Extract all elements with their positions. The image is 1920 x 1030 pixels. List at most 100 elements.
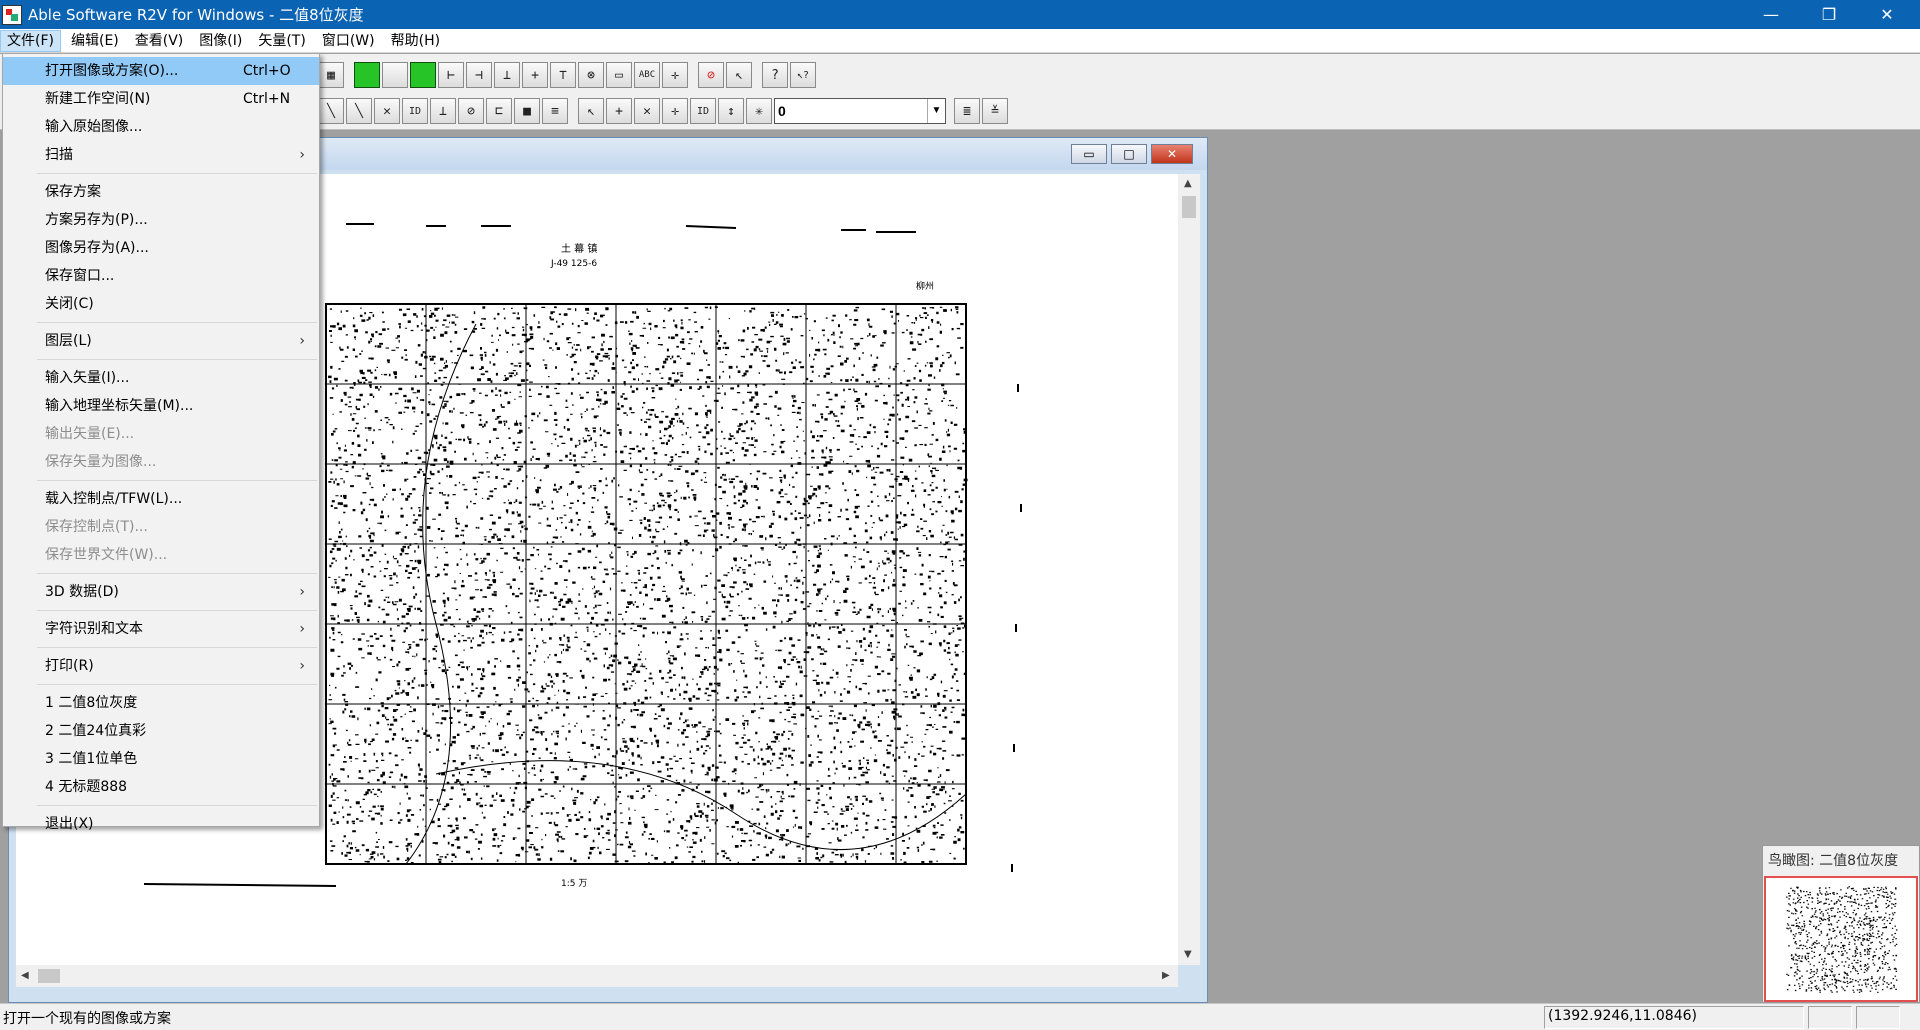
chevron-right-icon: ›: [299, 147, 305, 163]
minimize-button[interactable]: —: [1742, 0, 1800, 29]
menu-load-control-points[interactable]: 载入控制点/TFW(L)...: [3, 485, 319, 513]
menu-save-image-as[interactable]: 图像另存为(A)...: [3, 234, 319, 262]
node-right-icon[interactable]: ⊣: [466, 62, 492, 88]
add-node-icon[interactable]: +: [522, 62, 548, 88]
menu-save-project-as[interactable]: 方案另存为(P)...: [3, 206, 319, 234]
stack-icon[interactable]: ≡: [542, 98, 568, 124]
map-subtitle: J-49 125-6: [550, 259, 597, 269]
help-icon[interactable]: ?: [762, 62, 788, 88]
line-tool-icon[interactable]: ╲: [318, 98, 344, 124]
delete-node-icon[interactable]: ⊗: [578, 62, 604, 88]
app-icon[interactable]: [2, 4, 22, 25]
horizontal-scroll-thumb[interactable]: [38, 969, 60, 983]
id-icon[interactable]: ID: [402, 98, 428, 124]
child-minimize-button[interactable]: ▭: [1071, 144, 1107, 164]
menu-import-raw-image[interactable]: 输入原始图像...: [3, 113, 319, 141]
menu-import-vector[interactable]: 输入矢量(I)...: [3, 364, 319, 392]
text-abc-icon[interactable]: ABC: [634, 62, 660, 88]
menu-exit[interactable]: 退出(X): [3, 810, 319, 838]
horizontal-scrollbar[interactable]: ◀ ▶: [16, 965, 1178, 987]
cursor-coordinates: (1392.9246,11.0846): [1548, 1008, 1697, 1024]
chevron-down-icon[interactable]: ▼: [927, 99, 945, 123]
node-join-icon[interactable]: ⊥: [494, 62, 520, 88]
window-title: Able Software R2V for Windows - 二值8位灰度: [28, 6, 364, 24]
menu-layers-label: 图层(L): [45, 333, 92, 349]
map-icon[interactable]: [354, 62, 380, 88]
scroll-right-icon[interactable]: ▶: [1162, 970, 1170, 981]
layer-select[interactable]: 0 ▼: [774, 98, 946, 124]
menu-new-workspace[interactable]: 新建工作空间(N) Ctrl+N: [3, 85, 319, 113]
menu-recent-file-1[interactable]: 1 二值8位灰度: [3, 689, 319, 717]
fill-block-icon[interactable]: ■: [514, 98, 540, 124]
point-level-icon[interactable]: ↕: [718, 98, 744, 124]
menu-separator: [37, 173, 317, 174]
chevron-right-icon: ›: [299, 584, 305, 600]
menu-edit[interactable]: 编辑(E): [65, 30, 125, 52]
birdseye-view[interactable]: [1764, 876, 1918, 1002]
menu-recent-file-4[interactable]: 4 无标题888: [3, 773, 319, 801]
menu-help[interactable]: 帮助(H): [385, 30, 446, 52]
select-area-icon[interactable]: [382, 62, 408, 88]
delete-point-icon[interactable]: ✕: [634, 98, 660, 124]
scroll-up-icon[interactable]: ▲: [1184, 178, 1192, 189]
id-level-icon[interactable]: ⊥: [430, 98, 456, 124]
layer-list-icon[interactable]: ≣: [954, 98, 980, 124]
menu-window[interactable]: 窗口(W): [316, 30, 381, 52]
birdseye-panel[interactable]: 鸟瞰图: 二值8位灰度: [1762, 845, 1920, 1003]
layer-select-value: 0: [778, 103, 786, 119]
menu-file[interactable]: 文件(F): [0, 29, 61, 52]
scroll-left-icon[interactable]: ◀: [21, 970, 29, 981]
toolbar-button[interactable]: ▦: [318, 62, 344, 88]
add-point-icon[interactable]: +: [606, 98, 632, 124]
polygon-icon[interactable]: ⊏: [486, 98, 512, 124]
child-close-button[interactable]: ✕: [1151, 144, 1193, 164]
menu-image[interactable]: 图像(I): [193, 30, 248, 52]
birdseye-texture: [1786, 886, 1898, 993]
menu-close[interactable]: 关闭(C): [3, 290, 319, 318]
menu-3d-data[interactable]: 3D 数据(D) ›: [3, 578, 319, 606]
vertical-scrollbar[interactable]: ▲ ▼: [1178, 174, 1200, 965]
crosshair-icon[interactable]: ✛: [662, 62, 688, 88]
menu-print[interactable]: 打印(R) ›: [3, 652, 319, 680]
frame-icon[interactable]: ▭: [606, 62, 632, 88]
context-help-icon[interactable]: ↖?: [790, 62, 816, 88]
pointer-icon[interactable]: ↖: [726, 62, 752, 88]
menu-save-project[interactable]: 保存方案: [3, 178, 319, 206]
scroll-down-icon[interactable]: ▼: [1184, 949, 1192, 960]
point-id-icon[interactable]: ID: [690, 98, 716, 124]
cut-line-icon[interactable]: ✕: [374, 98, 400, 124]
menu-scan[interactable]: 扫描 ›: [3, 141, 319, 169]
layer-properties-icon[interactable]: ≚: [982, 98, 1008, 124]
menu-ocr-text[interactable]: 字符识别和文本 ›: [3, 615, 319, 643]
select-pointer-icon[interactable]: ↖: [578, 98, 604, 124]
menu-open-image[interactable]: 打开图像或方案(O)... Ctrl+O: [3, 57, 319, 85]
node-left-icon[interactable]: ⊢: [438, 62, 464, 88]
menu-import-geo-vector[interactable]: 输入地理坐标矢量(M)...: [3, 392, 319, 420]
move-point-icon[interactable]: ✛: [662, 98, 688, 124]
menu-separator: [37, 805, 317, 806]
node-top-icon[interactable]: ⊤: [550, 62, 576, 88]
line-tool-2-icon[interactable]: ╲: [346, 98, 372, 124]
menu-vector[interactable]: 矢量(T): [252, 30, 311, 52]
chevron-right-icon: ›: [299, 333, 305, 349]
menu-print-label: 打印(R): [45, 658, 94, 674]
menu-separator: [37, 322, 317, 323]
close-button[interactable]: ✕: [1858, 0, 1916, 29]
sparkle-icon[interactable]: ✳: [746, 98, 772, 124]
menu-recent-file-3[interactable]: 3 二值1位单色: [3, 745, 319, 773]
menu-layers[interactable]: 图层(L) ›: [3, 327, 319, 355]
contour-icon[interactable]: ⊘: [458, 98, 484, 124]
menu-recent-file-2[interactable]: 2 二值24位真彩: [3, 717, 319, 745]
vertical-scroll-thumb[interactable]: [1182, 196, 1196, 218]
menu-separator: [37, 610, 317, 611]
status-bar: 打开一个现有的图像或方案 (1392.9246,11.0846): [0, 1003, 1920, 1030]
child-maximize-button[interactable]: □: [1111, 144, 1147, 164]
menu-save-world-file: 保存世界文件(W)...: [45, 547, 168, 563]
birdseye-title: 鸟瞰图: 二值8位灰度: [1768, 853, 1899, 869]
menu-save-window[interactable]: 保存窗口...: [3, 262, 319, 290]
fill-icon[interactable]: [410, 62, 436, 88]
no-select-icon[interactable]: ⊘: [698, 62, 724, 88]
menu-view[interactable]: 查看(V): [129, 30, 190, 52]
chevron-right-icon: ›: [299, 658, 305, 674]
maximize-button[interactable]: ❐: [1800, 0, 1858, 29]
